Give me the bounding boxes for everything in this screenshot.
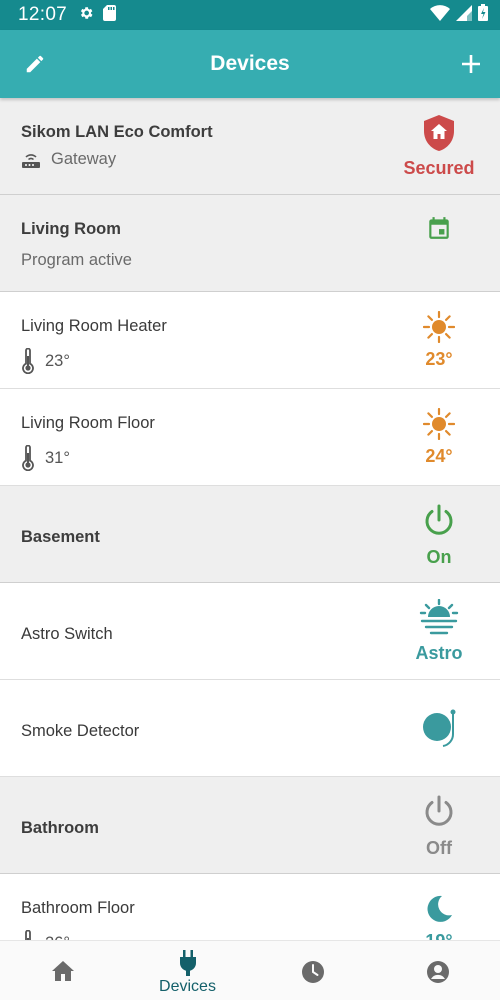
group-status[interactable]: On (378, 486, 500, 583)
gateway-status-label: Secured (403, 158, 475, 178)
add-plus-icon[interactable] (459, 52, 483, 76)
device-status[interactable]: 23° (378, 292, 500, 389)
sd-card-icon (103, 4, 117, 26)
device-row-living-room-floor[interactable]: Living Room Floor 31° 24° (0, 389, 500, 486)
thermometer-icon (21, 348, 35, 374)
group-name: Bathroom (21, 819, 99, 837)
account-icon (426, 960, 450, 989)
group-row-living-room[interactable]: Living Room Program active On (0, 195, 500, 366)
device-name: Smoke Detector (21, 722, 140, 740)
group-status-label: On (426, 547, 452, 567)
group-status[interactable]: Off (378, 777, 500, 874)
moon-icon (424, 894, 454, 929)
page-title: Devices (210, 52, 290, 75)
device-name: Astro Switch (21, 625, 113, 643)
device-temp-value: 31° (45, 448, 70, 467)
nav-devices[interactable]: Devices (125, 941, 250, 1000)
group-row-basement[interactable]: Basement On (0, 486, 500, 583)
power-icon (423, 795, 455, 834)
signal-icon (456, 4, 472, 26)
device-list: Sikom LAN Eco Comfort Gateway Secured Li… (0, 98, 500, 971)
device-row-living-room-heater[interactable]: Living Room Heater 23° 23° (0, 292, 500, 389)
router-icon (21, 151, 41, 169)
group-sub: Program active (21, 251, 132, 269)
group-name: Living Room (21, 220, 121, 238)
settings-gear-icon (78, 5, 94, 26)
astro-sunrise-icon (419, 598, 459, 640)
battery-icon (478, 4, 488, 26)
device-status-label: Astro (415, 643, 463, 663)
device-status[interactable] (378, 680, 500, 777)
security-shield-icon (422, 114, 456, 157)
calendar-icon (426, 215, 452, 246)
status-time: 12:07 (18, 4, 68, 25)
group-status[interactable]: On (378, 195, 500, 366)
clock-icon (301, 960, 325, 989)
bottom-navigation: Devices (0, 940, 500, 1000)
sun-heat-icon (422, 407, 456, 445)
wifi-icon (430, 4, 450, 26)
alarm-bell-icon (419, 708, 459, 753)
sun-heat-icon (422, 310, 456, 348)
nav-devices-label: Devices (159, 978, 216, 995)
status-bar: 12:07 (0, 0, 500, 30)
device-temp: 31° (21, 445, 70, 471)
thermometer-icon (21, 445, 35, 471)
device-setpoint: 23° (425, 349, 453, 369)
device-row-smoke-detector[interactable]: Smoke Detector (0, 680, 500, 777)
device-name: Living Room Floor (21, 414, 155, 432)
edit-pencil-icon[interactable] (24, 53, 46, 75)
gateway-row[interactable]: Sikom LAN Eco Comfort Gateway Secured (0, 98, 500, 195)
device-row-astro-switch[interactable]: Astro Switch Astro (0, 583, 500, 680)
plug-icon (178, 950, 198, 981)
device-status[interactable]: 24° (378, 389, 500, 486)
device-temp: 23° (21, 348, 70, 374)
gateway-type: Gateway (21, 150, 116, 169)
device-status[interactable]: Astro (378, 583, 500, 680)
device-name: Bathroom Floor (21, 899, 135, 917)
device-setpoint: 24° (425, 446, 453, 466)
gateway-name: Sikom LAN Eco Comfort (21, 123, 213, 141)
app-bar: Devices (0, 30, 500, 98)
nav-account[interactable] (375, 941, 500, 1000)
device-temp-value: 23° (45, 351, 70, 370)
gateway-status[interactable]: Secured (378, 98, 500, 195)
nav-schedule[interactable] (250, 941, 375, 1000)
group-name: Basement (21, 528, 100, 546)
gateway-type-label: Gateway (51, 150, 117, 168)
group-status-label: Off (426, 838, 452, 858)
home-icon (51, 960, 75, 987)
group-row-bathroom[interactable]: Bathroom Off (0, 777, 500, 874)
nav-home[interactable] (0, 941, 125, 1000)
device-name: Living Room Heater (21, 317, 167, 335)
power-icon (423, 504, 455, 543)
